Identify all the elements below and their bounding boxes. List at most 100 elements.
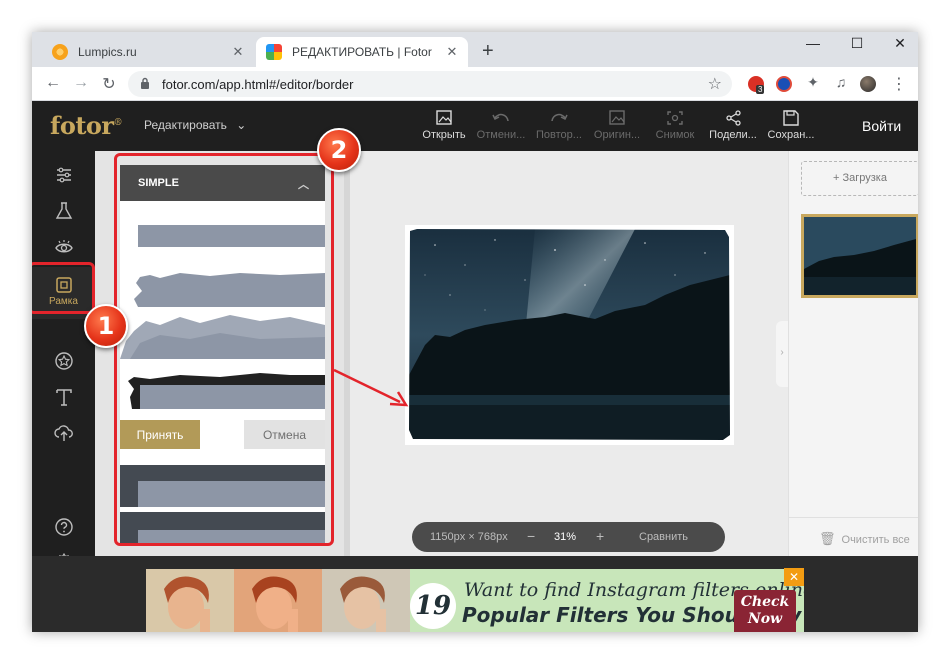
redo-icon (551, 113, 568, 122)
reload-icon[interactable]: ↻ (98, 74, 120, 94)
image-open-icon (436, 110, 452, 125)
undo-icon (492, 113, 509, 122)
compare-button[interactable]: Сравнить (639, 531, 688, 543)
right-panel: + Загрузка 🗑 Очистить все (788, 151, 918, 556)
undo-button[interactable]: Отмени... (473, 109, 529, 141)
maximize-icon[interactable]: ☐ (842, 35, 872, 52)
snapshot-button[interactable]: Снимок (647, 109, 703, 141)
ad-photo-2 (234, 569, 322, 632)
image-thumbnail[interactable] (801, 214, 918, 298)
new-tab-icon[interactable]: + (482, 40, 494, 63)
lumpics-favicon-icon (52, 44, 68, 60)
annotation-arrow-icon (333, 368, 409, 407)
avatar[interactable] (860, 76, 876, 92)
minimize-icon[interactable]: — (798, 35, 828, 51)
help-icon (54, 518, 73, 536)
tool-label: Повтор... (536, 129, 582, 141)
redo-button[interactable]: Повтор... (531, 109, 587, 141)
eye-icon (54, 240, 73, 253)
share-icon (726, 110, 741, 126)
omnibox[interactable]: fotor.com/app.html#/editor/border ☆ (128, 71, 732, 97)
left-toolbar: Рамка (32, 151, 95, 572)
original-button[interactable]: Оригин... (589, 109, 645, 141)
cloud-upload-icon (53, 425, 73, 441)
text-icon (55, 389, 72, 406)
tab-fotor[interactable]: РЕДАКТИРОВАТЬ | Fotor ✕ (256, 37, 468, 67)
menu-icon[interactable]: ⋮ (888, 74, 910, 94)
highlight-frame-tool (32, 262, 95, 314)
media-icon[interactable]: ♫ (830, 74, 852, 90)
address-bar: ← → ↻ fotor.com/app.html#/editor/border … (32, 67, 918, 101)
window-close-icon[interactable]: ✕ (885, 35, 915, 52)
save-button[interactable]: Сохран... (763, 109, 819, 141)
rail-stickers[interactable] (32, 351, 95, 371)
upload-button[interactable]: + Загрузка (801, 161, 918, 196)
fotor-logo[interactable]: fotor® (50, 111, 123, 140)
ad-banner[interactable]: 19 Want to find Instagram filters online… (146, 569, 804, 632)
ad-number: 19 (410, 583, 456, 629)
tool-label: Подели... (709, 129, 757, 141)
back-icon[interactable]: ← (42, 74, 64, 92)
ad-cta-button[interactable]: Check Now (734, 590, 796, 632)
ad-photo-3 (322, 569, 410, 632)
step-badge-1: 1 (84, 304, 128, 348)
rail-upload[interactable] (32, 423, 95, 443)
star-badge-icon (54, 352, 73, 370)
chevron-right-icon: › (780, 347, 784, 358)
divider (789, 517, 918, 518)
clear-all-button[interactable]: 🗑 Очистить все (819, 531, 910, 547)
rail-adjust[interactable] (32, 165, 95, 185)
step-badge-2: 2 (317, 128, 361, 172)
fotor-favicon-icon (266, 44, 282, 60)
trash-icon: 🗑 (819, 531, 836, 546)
chevron-down-icon: ⌄ (236, 118, 247, 132)
ad-photo-1 (146, 569, 234, 632)
collapse-panel-tab[interactable]: › (776, 321, 788, 387)
tab-close-icon[interactable]: ✕ (442, 44, 462, 60)
bookmark-star-icon[interactable]: ☆ (708, 74, 722, 94)
photo-preview[interactable] (405, 225, 734, 445)
editor-canvas: 1150px × 768px − 31% + Сравнить › (350, 151, 788, 556)
lock-icon (141, 77, 149, 89)
browser-tab-bar: Lumpics.ru ✕ РЕДАКТИРОВАТЬ | Fotor ✕ + —… (32, 32, 918, 67)
zoom-in-button[interactable]: + (596, 528, 604, 544)
share-button[interactable]: Подели... (705, 109, 761, 141)
tool-label: Оригин... (593, 129, 641, 141)
rail-effects[interactable] (32, 201, 95, 221)
snapshot-icon (667, 111, 683, 125)
tool-label: Отмени... (476, 129, 526, 141)
vpn-extension-icon[interactable] (776, 76, 792, 92)
sliders-icon (56, 167, 71, 183)
tool-label: Сохран... (767, 129, 815, 141)
login-button[interactable]: Войти (862, 118, 901, 134)
tool-label: Снимок (655, 129, 695, 141)
open-button[interactable]: Открыть (416, 109, 472, 141)
puzzle-icon[interactable]: ✦ (802, 74, 824, 91)
save-icon (783, 110, 799, 126)
logo-text: fotor (50, 111, 114, 140)
fotor-header: fotor® Редактировать ⌄ Открыть Отмени...… (32, 101, 918, 151)
image-dimensions: 1150px × 768px (430, 531, 508, 543)
highlight-border-panel (114, 153, 334, 546)
rail-text[interactable] (32, 387, 95, 407)
flask-icon (55, 202, 72, 219)
url-text: fotor.com/app.html#/editor/border (162, 77, 354, 92)
forward-icon[interactable]: → (70, 74, 92, 92)
rail-beauty[interactable] (32, 237, 95, 257)
tab-label: РЕДАКТИРОВАТЬ | Fotor (292, 45, 432, 59)
ad-close-icon[interactable]: ✕ (784, 568, 804, 586)
mode-label: Редактировать (144, 118, 227, 132)
screen: Lumpics.ru ✕ РЕДАКТИРОВАТЬ | Fotor ✕ + —… (32, 32, 918, 632)
zoom-level: 31% (554, 531, 577, 543)
tool-label: Открыть (422, 129, 466, 141)
zoom-out-button[interactable]: − (527, 528, 535, 544)
tab-close-icon[interactable]: ✕ (228, 44, 248, 60)
rail-help[interactable] (32, 517, 95, 537)
mode-selector[interactable]: Редактировать ⌄ (144, 118, 246, 132)
tab-lumpics[interactable]: Lumpics.ru ✕ (40, 37, 254, 67)
zoom-bar: 1150px × 768px − 31% + Сравнить (412, 522, 725, 552)
original-icon (609, 110, 625, 125)
upload-label: Загрузка (842, 172, 887, 184)
clear-all-label: Очистить все (841, 534, 910, 546)
plus-icon: + (833, 172, 840, 184)
